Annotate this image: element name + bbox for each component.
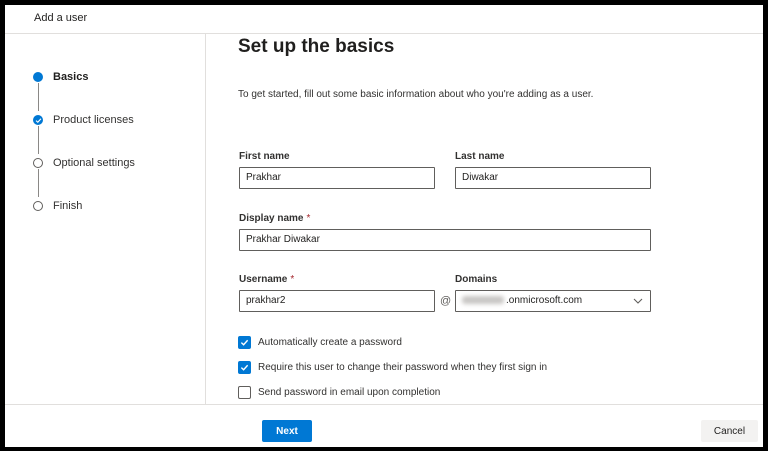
step-label: Optional settings — [53, 157, 135, 169]
checkbox-unchecked-icon[interactable] — [238, 386, 251, 399]
step-product-licenses[interactable]: Product licenses — [33, 114, 134, 126]
page-title: Set up the basics — [238, 36, 395, 57]
next-button[interactable]: Next — [262, 420, 312, 442]
wizard-steps: Basics Product licenses Optional setting… — [5, 34, 206, 404]
checkbox-checked-icon[interactable] — [238, 361, 251, 374]
pending-step-icon — [33, 201, 43, 211]
checkmark-icon — [33, 115, 43, 125]
pending-step-icon — [33, 158, 43, 168]
dialog-footer: Next Cancel — [5, 404, 763, 447]
domain-suffix: .onmicrosoft.com — [506, 295, 583, 306]
step-connector — [38, 169, 39, 197]
step-label: Product licenses — [53, 114, 134, 126]
redacted-domain — [462, 296, 504, 305]
step-basics[interactable]: Basics — [33, 71, 88, 83]
checkbox-checked-icon[interactable] — [238, 336, 251, 349]
required-mark: * — [306, 213, 311, 224]
dialog-header: Add a user — [5, 5, 763, 34]
domains-label: Domains — [455, 274, 498, 285]
step-finish[interactable]: Finish — [33, 200, 82, 212]
cancel-button[interactable]: Cancel — [701, 420, 758, 442]
username-input[interactable]: prakhar2 — [239, 290, 435, 312]
dialog-title: Add a user — [34, 12, 88, 24]
display-name-label: Display name * — [239, 213, 310, 224]
step-label: Finish — [53, 200, 83, 212]
username-label-text: Username — [239, 274, 288, 285]
send-password-email-option[interactable]: Send password in email upon completion — [238, 386, 440, 399]
first-name-label: First name — [239, 151, 290, 162]
chevron-down-icon — [633, 298, 643, 304]
last-name-input[interactable]: Diwakar — [455, 167, 651, 189]
current-step-icon — [33, 72, 43, 82]
display-name-label-text: Display name — [239, 213, 304, 224]
option-label: Automatically create a password — [258, 337, 402, 348]
step-optional-settings[interactable]: Optional settings — [33, 157, 135, 169]
step-connector — [38, 83, 39, 111]
username-label: Username * — [239, 274, 294, 285]
display-name-input[interactable]: Prakhar Diwakar — [239, 229, 651, 251]
option-label: Send password in email upon completion — [258, 387, 441, 398]
required-mark: * — [290, 274, 295, 285]
option-label: Require this user to change their passwo… — [258, 362, 548, 373]
step-connector — [38, 126, 39, 154]
step-label: Basics — [53, 71, 89, 83]
at-symbol: @ — [440, 295, 452, 307]
last-name-label: Last name — [455, 151, 505, 162]
require-change-password-option[interactable]: Require this user to change their passwo… — [238, 361, 547, 374]
domains-select[interactable]: .onmicrosoft.com — [455, 290, 651, 312]
auto-password-option[interactable]: Automatically create a password — [238, 336, 402, 349]
intro-text: To get started, fill out some basic info… — [238, 89, 594, 100]
first-name-input[interactable]: Prakhar — [239, 167, 435, 189]
dialog-frame: Add a user Basics Product licenses Optio… — [0, 0, 768, 451]
